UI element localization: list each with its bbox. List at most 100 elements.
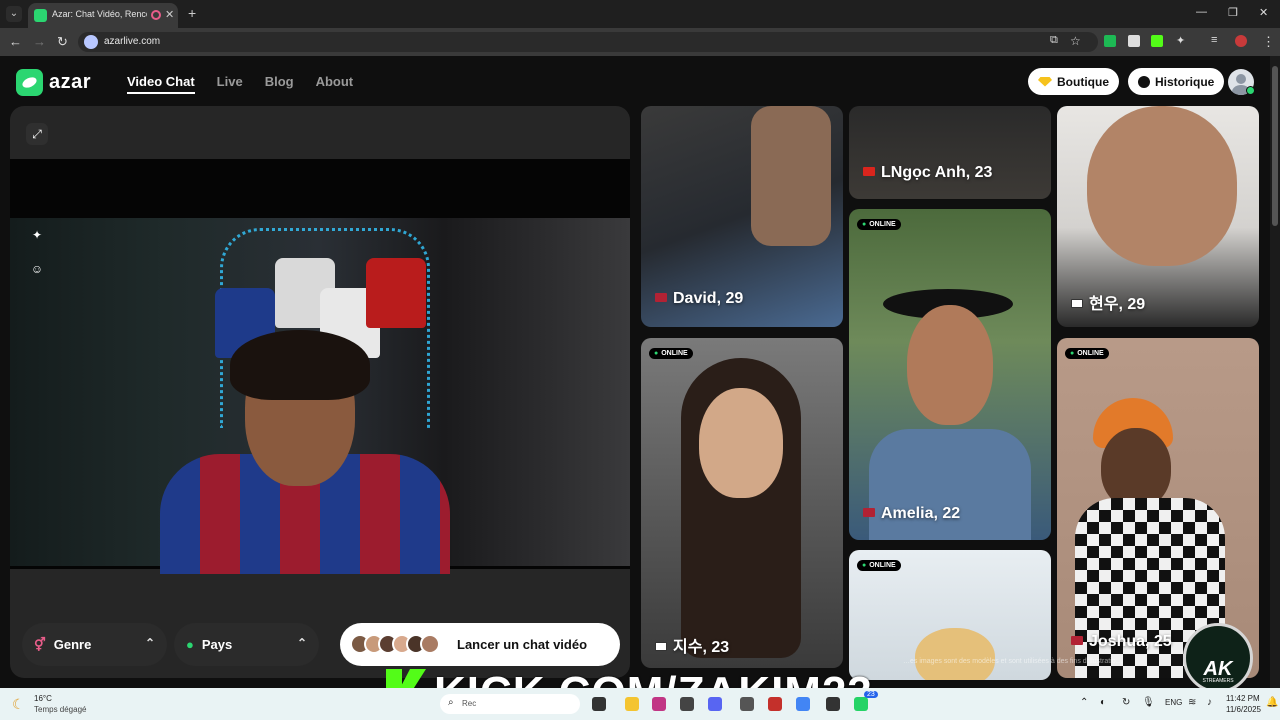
tray-icon[interactable]: ↻ xyxy=(1122,697,1130,708)
chrome-icon[interactable] xyxy=(796,697,810,711)
logo-text: azar xyxy=(49,70,92,93)
profile-icon[interactable] xyxy=(1235,35,1247,47)
chevron-up-icon: ⌃ xyxy=(144,636,155,650)
globe-icon: ● xyxy=(186,637,194,652)
profile-name: Amelia, 22 xyxy=(863,505,960,523)
back-icon[interactable]: ← xyxy=(9,34,22,49)
taskbar-app-icon[interactable] xyxy=(826,697,840,711)
azar-page: azar Video Chat Live Blog About Boutique… xyxy=(0,56,1280,688)
country-label: Pays xyxy=(201,637,233,652)
profile-name: 지수, 23 xyxy=(655,633,729,657)
country-filter[interactable]: ● Pays ⌃ xyxy=(174,623,319,666)
nav-about[interactable]: About xyxy=(316,74,354,94)
cast-icon[interactable]: ⧉ xyxy=(1050,34,1058,47)
azar-favicon-icon xyxy=(34,9,47,22)
online-status-dot xyxy=(1246,86,1255,95)
file-explorer-icon[interactable] xyxy=(625,697,639,711)
profile-card[interactable]: David, 29 xyxy=(641,106,843,327)
profile-card[interactable]: ONLINE 지수, 23 xyxy=(641,338,843,668)
recording-icon xyxy=(151,10,161,20)
notifications-bell-icon[interactable]: 🔔 xyxy=(1266,697,1278,708)
tab-title: Azar: Chat Vidéo, Rencontre xyxy=(52,9,147,19)
gender-filter[interactable]: ⚥ Genre ⌃ xyxy=(22,623,167,666)
scrollbar-thumb[interactable] xyxy=(1272,66,1278,226)
whatsapp-icon[interactable] xyxy=(854,697,868,711)
extension-icon[interactable] xyxy=(1128,35,1140,47)
online-badge: ONLINE xyxy=(1065,348,1109,359)
search-icon: ⌕ xyxy=(448,697,454,708)
search-text: Rec xyxy=(462,699,477,708)
card-photo xyxy=(907,305,993,425)
extensions-puzzle-icon[interactable]: ✦ xyxy=(1176,34,1185,47)
tray-chevron-icon[interactable]: ⌃ xyxy=(1080,697,1088,708)
close-window-button[interactable]: ✕ xyxy=(1259,6,1268,19)
menu-icon[interactable]: ⋮ xyxy=(1262,34,1275,50)
webcam-feed xyxy=(10,218,630,574)
site-info-icon[interactable] xyxy=(84,35,98,49)
card-photo xyxy=(1101,428,1171,508)
tray-icon[interactable]: ◐ xyxy=(1100,697,1106,708)
person-hair xyxy=(230,330,370,400)
launch-label: Lancer un chat vidéo xyxy=(457,637,588,652)
profile-card[interactable]: ONLINE Amelia, 22 xyxy=(849,209,1051,540)
azar-logo[interactable]: azar xyxy=(16,68,92,96)
effects-sparkle-icon[interactable]: ✦ xyxy=(26,224,48,246)
page-scrollbar[interactable] xyxy=(1270,56,1280,688)
taskbar-app-icon[interactable] xyxy=(768,697,782,711)
discord-icon[interactable] xyxy=(708,697,722,711)
browser-toolbar: ← → ↻ azarlive.com ⧉ ☆ ✦ ≡ ⋮ xyxy=(0,28,1280,56)
minimize-button[interactable]: — xyxy=(1196,6,1207,18)
profile-card[interactable]: LNgọc Anh, 23 xyxy=(849,106,1051,199)
reload-icon[interactable]: ↻ xyxy=(57,34,68,50)
card-photo xyxy=(869,429,1031,540)
taskbar-app-icon[interactable] xyxy=(680,697,694,711)
url-text: azarlive.com xyxy=(104,36,161,47)
taskbar-app-icon[interactable] xyxy=(740,697,754,711)
clock-time[interactable]: 11:42 PM xyxy=(1226,694,1260,703)
gem-icon xyxy=(1038,76,1052,87)
card-photo xyxy=(699,388,783,498)
language-indicator[interactable]: ENG xyxy=(1165,698,1182,707)
gender-icon: ⚥ xyxy=(34,636,46,652)
extension-icon[interactable] xyxy=(1104,35,1116,47)
launch-chat-button[interactable]: Lancer un chat vidéo xyxy=(340,623,620,666)
history-label: Historique xyxy=(1155,74,1215,89)
instagram-icon[interactable] xyxy=(652,697,666,711)
windows-taskbar: ☾ 16°C Temps dégagé ⌕ Rec 23 ⌃ ◐ ↻ 🎙 ENG… xyxy=(0,688,1280,720)
expand-icon[interactable]: ⤢ xyxy=(26,123,48,145)
taskbar-app-icon[interactable] xyxy=(592,697,606,711)
card-photo xyxy=(915,628,995,680)
address-bar[interactable]: azarlive.com xyxy=(78,32,1098,52)
tab-search-icon[interactable]: ⌄ xyxy=(6,6,22,22)
weather-moon-icon: ☾ xyxy=(12,696,25,712)
microphone-icon[interactable]: 🎙 xyxy=(1142,697,1155,708)
badge-sub: STREAMERS xyxy=(1202,678,1234,684)
kick-extension-icon[interactable] xyxy=(1151,35,1163,47)
tab-close-icon[interactable]: ✕ xyxy=(165,8,174,21)
sticker-face-icon[interactable]: ☺ xyxy=(26,258,48,280)
profile-name: David, 29 xyxy=(655,290,743,308)
nav-video-chat[interactable]: Video Chat xyxy=(127,74,195,94)
volume-icon[interactable]: ♪ xyxy=(1207,697,1212,708)
card-photo xyxy=(751,106,831,246)
shop-label: Boutique xyxy=(1057,74,1109,89)
new-tab-button[interactable]: + xyxy=(188,5,196,21)
browser-tab[interactable]: Azar: Chat Vidéo, Rencontre ✕ xyxy=(28,3,178,28)
online-badge: ONLINE xyxy=(649,348,693,359)
bookmark-star-icon[interactable]: ☆ xyxy=(1070,34,1081,48)
taskbar-search[interactable]: ⌕ Rec xyxy=(440,694,580,714)
weather-desc: Temps dégagé xyxy=(34,705,87,714)
nav-live[interactable]: Live xyxy=(217,74,243,94)
maximize-button[interactable]: ❐ xyxy=(1228,6,1238,19)
reading-list-icon[interactable]: ≡ xyxy=(1211,34,1217,46)
disclaimer-text: …es images sont des modèles et sont util… xyxy=(903,658,1123,665)
profile-card[interactable]: 현우, 29 xyxy=(1057,106,1259,327)
history-button[interactable]: Historique xyxy=(1128,68,1225,95)
wifi-icon[interactable]: ≋ xyxy=(1188,697,1196,708)
forward-icon[interactable]: → xyxy=(33,34,46,49)
clock-date[interactable]: 11/6/2025 xyxy=(1226,705,1261,714)
shop-button[interactable]: Boutique xyxy=(1028,68,1119,95)
online-badge: ONLINE xyxy=(857,560,901,571)
profile-name: Joshua, 25 xyxy=(1071,633,1172,651)
nav-blog[interactable]: Blog xyxy=(265,74,294,94)
